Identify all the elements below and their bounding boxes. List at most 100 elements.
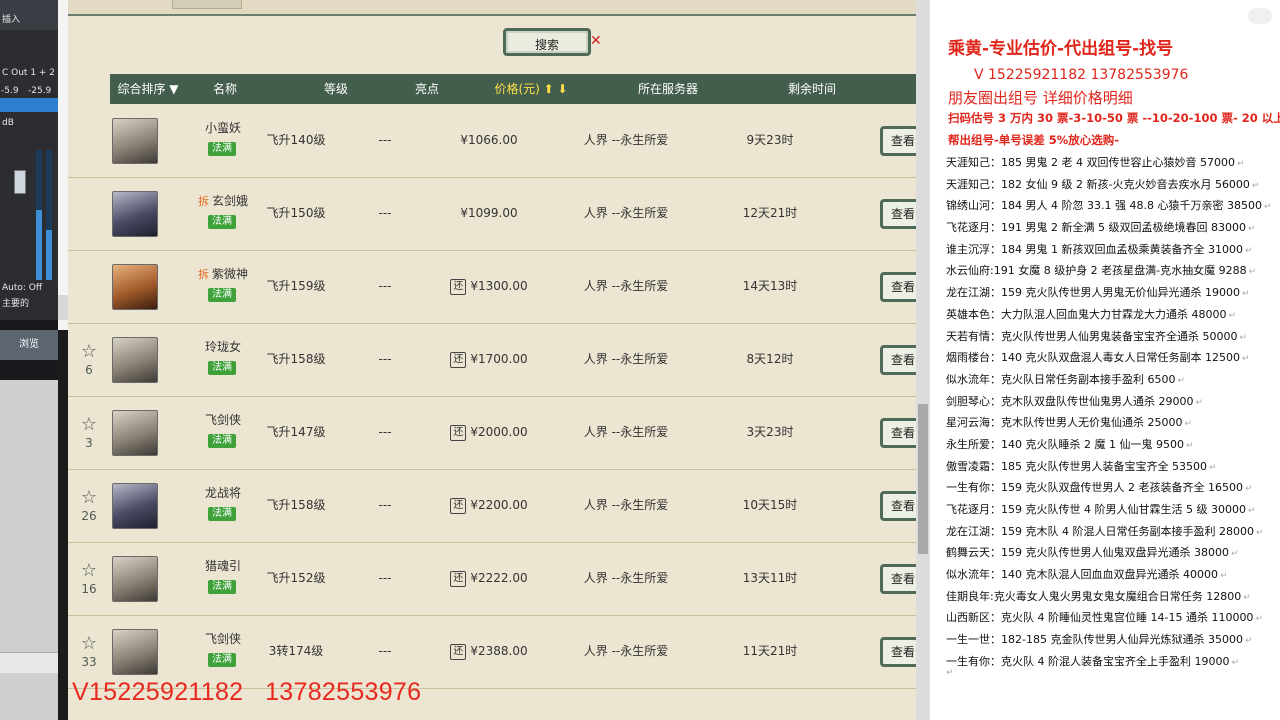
notepad-line: 鹤舞云天：159 克火队传世男人仙鬼双盘异光通杀 38000 ↵ (946, 542, 1272, 564)
notepad-line: 天若有情：克火队传世男人仙男鬼装备宝宝齐全通杀 50000 ↵ (946, 326, 1272, 348)
header-highlight: 亮点 (414, 82, 439, 96)
character-avatar[interactable] (112, 410, 158, 456)
mixer-db-left: -5.9 (1, 86, 19, 96)
view-button[interactable]: 查看 (880, 418, 916, 448)
character-name[interactable]: 飞剑侠 (192, 412, 254, 428)
notepad-line-text: 谁主沉浮：184 男鬼 1 新孩双回血孟极乘黄装备齐全 31000 (946, 242, 1243, 256)
character-avatar[interactable] (112, 337, 158, 383)
overlay-phone-text: V15225921182 13782553976 (72, 678, 422, 706)
notepad-line: 英雄本色：大力队混人回血鬼大力甘霖龙大力通杀 48000 ↵ (946, 304, 1272, 326)
price-value: ¥1099.00 (460, 206, 518, 220)
table-row[interactable]: 拆紫微神 法满 飞升159级 --- 还 ¥1300.00 人界 --永生所爱 14天13时 查… (68, 250, 916, 324)
view-button[interactable]: 查看 (880, 564, 916, 594)
character-avatar[interactable] (112, 191, 158, 237)
clear-search-icon[interactable]: ✕ (590, 33, 602, 49)
notepad-line: 飞花逐月：191 男鬼 2 新全满 5 级双回孟极绝境春回 83000 ↵ (946, 217, 1272, 239)
character-name[interactable]: 拆紫微神 (192, 266, 254, 283)
server-cell: 人界 --永生所爱 (583, 133, 669, 147)
notepad-line-text: 飞花逐月：159 克火队传世 4 阶男人仙甘霖生活 5 级 30000 (946, 503, 1246, 516)
notepad-line-text: 锦绣山河：184 男人 4 阶忽 33.1 强 48.8 心猿千万亲密 3850… (946, 199, 1262, 213)
highlight-cell: --- (378, 571, 392, 585)
notepad-line-text: 傲雪凌霜：185 克火队传世男人装备宝宝齐全 53500 (946, 459, 1207, 473)
character-avatar[interactable] (112, 556, 158, 602)
price-cell: 还 ¥2388.00 (438, 615, 540, 688)
scrollbar-thumb[interactable] (918, 404, 928, 554)
favorite-star-icon[interactable]: ☆ (80, 343, 98, 361)
price-cell: 还 ¥2200.00 (438, 469, 540, 542)
notepad-line: 龙在江湖：159 克火队传世男人男鬼无价仙异光通杀 19000 ↵ (946, 282, 1272, 304)
time-left-cell: 14天13时 (742, 279, 798, 293)
character-avatar[interactable] (112, 118, 158, 164)
time-left-cell: 13天11时 (742, 571, 798, 585)
sort-dropdown[interactable]: 综合排序 ▼ (110, 74, 186, 104)
table-row[interactable]: 拆玄剑娥 法满 飞升150级 --- ¥1099.00 人界 --永生所爱 12天21时 查看 (68, 177, 916, 251)
top-tab[interactable] (172, 0, 242, 9)
view-button[interactable]: 查看 (880, 199, 916, 229)
mana-badge: 法满 (208, 653, 236, 667)
character-name[interactable]: 玲珑女 (192, 339, 254, 355)
header-price-sort[interactable]: 价格(元) ⬆ ⬇ (480, 74, 582, 104)
notepad-line-text: 鹤舞云天：159 克火队传世男人仙鬼双盘异光通杀 38000 (946, 546, 1229, 560)
mana-badge: 法满 (208, 142, 236, 156)
character-name[interactable]: 龙战将 (192, 485, 254, 501)
favorite-star-icon[interactable]: ☆ (80, 416, 98, 434)
notepad-line-text: 天涯知己：185 男鬼 2 老 4 双回传世容止心猿妙音 57000 (946, 156, 1235, 169)
level-cell: 飞升158级 (266, 498, 326, 512)
view-button[interactable]: 查看 (880, 491, 916, 521)
paragraph-mark-icon: ↵ (1231, 657, 1240, 668)
level-cell: 飞升158级 (266, 352, 326, 366)
server-cell: 人界 --永生所爱 (583, 571, 669, 585)
notepad-line-text: 星河云海：克木队传世男人无价鬼仙通杀 25000 (946, 416, 1183, 430)
paragraph-mark-icon: ↵ (1184, 419, 1193, 430)
paragraph-mark-icon: ↵ (1219, 571, 1228, 582)
return-icon: 还 (450, 278, 467, 295)
favorite-star-icon[interactable]: ☆ (80, 562, 98, 580)
view-button[interactable]: 查看 (880, 126, 916, 156)
server-cell: 人界 --永生所爱 (583, 425, 669, 439)
notepad-line-text: 似水流年：克火队日常任务副本接手盈利 6500 (946, 372, 1176, 386)
price-cell: ¥1066.00 (438, 104, 540, 177)
mana-badge: 法满 (208, 361, 236, 375)
time-left-cell: 12天21时 (742, 206, 798, 220)
price-cell: 还 ¥1300.00 (438, 250, 540, 323)
table-row[interactable]: ☆ 6 玲珑女 法满 飞升158级 --- 还 ¥1700.00 人界 --永生所爱 8天12时 查… (68, 323, 916, 397)
character-name[interactable]: 飞剑侠 (192, 631, 254, 647)
character-avatar[interactable] (112, 264, 158, 310)
price-value: ¥2222.00 (470, 571, 528, 585)
character-avatar[interactable] (112, 483, 158, 529)
table-row[interactable]: ☆ 26 龙战将 法满 飞升158级 --- 还 ¥2200.00 人界 --永生所爱 10天15… (68, 469, 916, 543)
notepad-price-info: 扫码估号 3 万内 30 票-3-10-50 票 --10-20-100 票- … (948, 111, 1280, 125)
return-icon: 还 (450, 497, 467, 514)
character-avatar[interactable] (112, 629, 158, 675)
price-value: ¥2000.00 (470, 425, 528, 439)
paragraph-mark-icon: ↵ (1244, 636, 1253, 647)
time-left-cell: 3天23时 (746, 425, 794, 439)
mixer-db-right: -25.9 (28, 86, 52, 96)
level-cell: 飞升147级 (266, 425, 326, 439)
view-button[interactable]: 查看 (880, 272, 916, 302)
level-cell: 飞升150级 (266, 206, 326, 220)
table-row[interactable]: 小蛮妖 法满 飞升140级 --- ¥1066.00 人界 --永生所爱 9天23时 查看 (68, 104, 916, 178)
search-button[interactable]: 搜索 (503, 28, 591, 56)
favorite-star-icon[interactable]: ☆ (80, 635, 98, 653)
notepad-line-text: 一生一世：182-185 克金队传世男人仙异光炼狱通杀 35000 (946, 633, 1243, 647)
favorite-star-icon[interactable]: ☆ (80, 489, 98, 507)
table-row[interactable]: ☆ 16 猎魂引 法满 飞升152级 --- 还 ¥2222.00 人界 --永生所爱 13天11… (68, 542, 916, 616)
table-row[interactable]: ☆ 3 飞剑侠 法满 飞升147级 --- 还 ¥2000.00 人界 --永生所爱 3天23时 查… (68, 396, 916, 470)
browse-button[interactable]: 浏览 (0, 330, 58, 360)
character-name[interactable]: 猎魂引 (192, 558, 254, 574)
notepad-line: 天涯知己：182 女仙 9 级 2 新孩-火克火妙音去疾水月 56000 ↵ (946, 174, 1272, 196)
paragraph-mark-icon: ↵ (1244, 245, 1253, 256)
character-name[interactable]: 拆玄剑娥 (192, 193, 254, 210)
notepad-line-text: 龙在江湖：159 克火队传世男人男鬼无价仙异光通杀 19000 (946, 286, 1240, 300)
character-name[interactable]: 小蛮妖 (192, 120, 254, 136)
game-scrollbar[interactable] (916, 0, 930, 720)
character-name-text: 小蛮妖 (204, 121, 241, 135)
view-button[interactable]: 查看 (880, 345, 916, 375)
view-button[interactable]: 查看 (880, 637, 916, 667)
favorite-count: 6 (85, 363, 93, 377)
notepad-line: 山西新区：克火队 4 阶睡仙灵性鬼宫位睡 14-15 通杀 110000 ↵ (946, 607, 1272, 629)
volume-fader[interactable] (14, 170, 26, 194)
level-cell: 飞升159级 (266, 279, 326, 293)
notepad-line-text: 剑胆琴心：克木队双盘队传世仙鬼男人通杀 29000 (946, 394, 1194, 408)
